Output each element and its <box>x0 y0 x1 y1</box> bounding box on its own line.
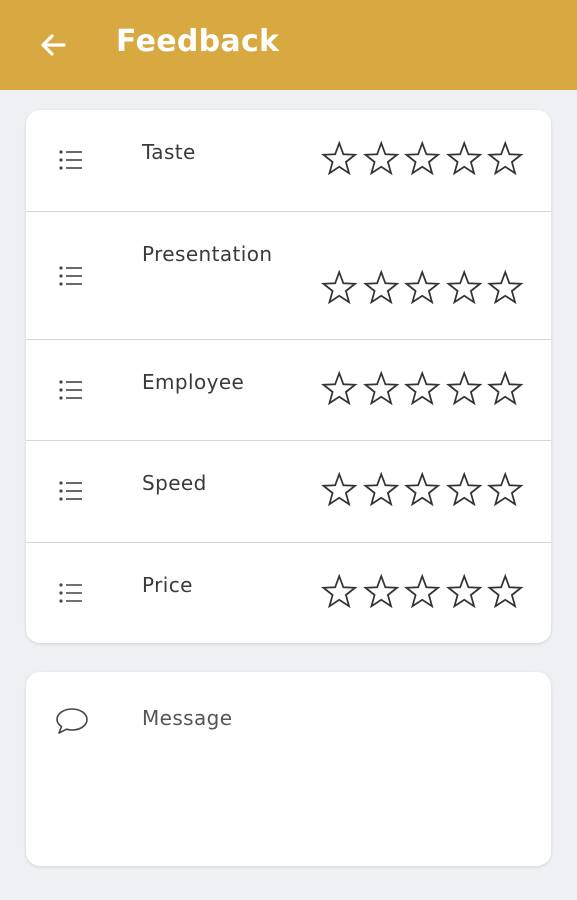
arrow-left-icon <box>41 34 66 56</box>
star-icon[interactable] <box>445 370 484 408</box>
star-icon[interactable] <box>486 573 525 611</box>
star-icon[interactable] <box>320 269 359 307</box>
rating-row-price: Price <box>26 543 551 643</box>
message-input[interactable] <box>142 706 522 846</box>
star-icon[interactable] <box>445 471 484 509</box>
star-icon[interactable] <box>320 370 359 408</box>
star-icon[interactable] <box>403 370 442 408</box>
rating-row-taste: Taste <box>26 110 551 212</box>
star-rating-price[interactable] <box>320 573 525 611</box>
rating-row-speed: Speed <box>26 441 551 543</box>
star-icon[interactable] <box>362 471 401 509</box>
star-rating-speed[interactable] <box>320 471 525 509</box>
list-icon <box>59 266 82 286</box>
star-icon[interactable] <box>486 471 525 509</box>
star-icon[interactable] <box>403 140 442 178</box>
star-icon[interactable] <box>403 471 442 509</box>
star-icon[interactable] <box>320 471 359 509</box>
star-icon[interactable] <box>362 370 401 408</box>
rating-label: Presentation <box>142 242 273 266</box>
rating-row-employee: Employee <box>26 340 551 441</box>
star-icon[interactable] <box>445 269 484 307</box>
rating-label: Taste <box>142 140 196 164</box>
speech-bubble-icon <box>56 708 88 734</box>
star-icon[interactable] <box>486 370 525 408</box>
list-icon <box>59 150 82 170</box>
star-icon[interactable] <box>486 140 525 178</box>
rating-label: Speed <box>142 471 207 495</box>
star-icon[interactable] <box>362 140 401 178</box>
rating-row-presentation: Presentation <box>26 212 551 340</box>
star-rating-presentation[interactable] <box>320 269 525 307</box>
star-icon[interactable] <box>320 140 359 178</box>
star-icon[interactable] <box>320 573 359 611</box>
app-bar: Feedback <box>0 0 577 90</box>
star-icon[interactable] <box>445 140 484 178</box>
message-card <box>26 672 551 866</box>
list-icon <box>59 380 82 400</box>
list-icon <box>59 583 82 603</box>
page-title: Feedback <box>116 24 280 59</box>
rating-label: Price <box>142 573 193 597</box>
star-rating-employee[interactable] <box>320 370 525 408</box>
star-icon[interactable] <box>445 573 484 611</box>
star-icon[interactable] <box>486 269 525 307</box>
star-rating-taste[interactable] <box>320 140 525 178</box>
list-icon <box>59 481 82 501</box>
rating-label: Employee <box>142 370 245 394</box>
ratings-card: Taste Presentation Employee Speed Price <box>26 110 551 643</box>
back-button[interactable] <box>36 28 70 62</box>
star-icon[interactable] <box>403 269 442 307</box>
star-icon[interactable] <box>362 269 401 307</box>
star-icon[interactable] <box>362 573 401 611</box>
star-icon[interactable] <box>403 573 442 611</box>
